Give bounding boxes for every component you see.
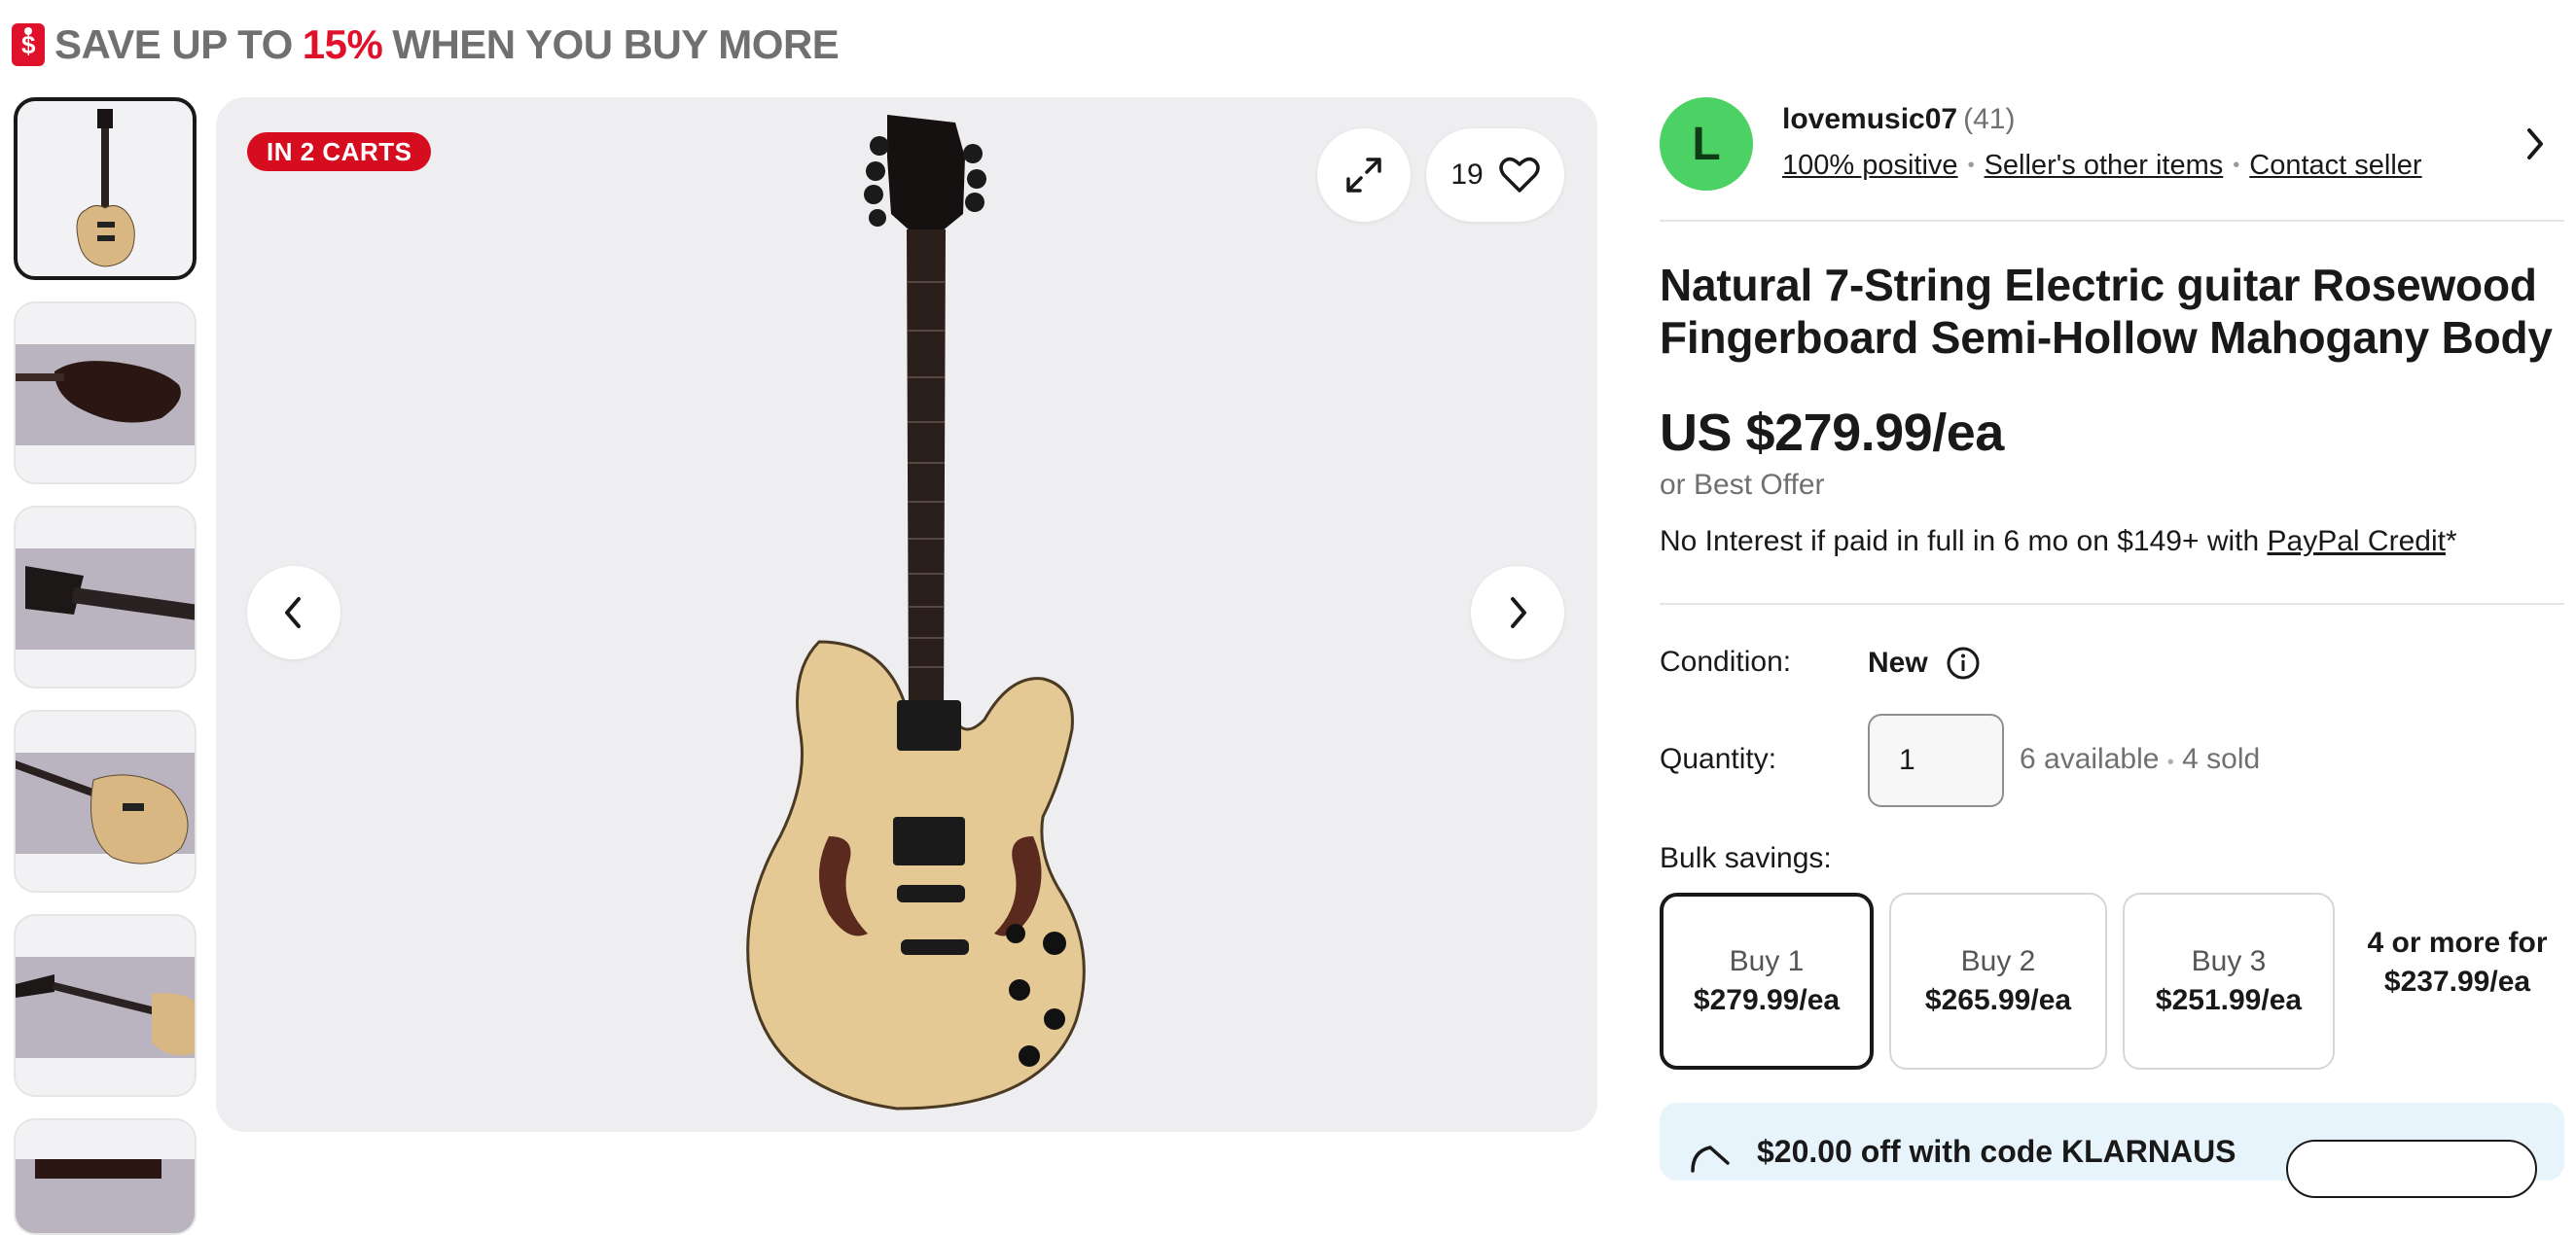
divider [1660,220,2564,222]
next-image-button[interactable] [1471,566,1564,659]
divider [1660,603,2564,605]
bulk-qty: Buy 3 [2191,945,2267,977]
separator-dot: • [1967,155,1975,176]
guitar-main-image [746,115,1086,1111]
paypal-credit-link[interactable]: PayPal Credit [2268,525,2446,557]
best-offer-text: or Best Offer [1660,469,1825,501]
watch-count: 19 [1450,159,1484,191]
promo-suffix: WHEN YOU BUY MORE [392,21,840,67]
apply-code-button[interactable] [2286,1140,2537,1198]
quantity-input[interactable]: 1 [1868,714,2004,807]
promo-percent: 15% [302,21,383,67]
availability-text: 6 available • 4 sold [2020,743,2260,776]
paypal-credit-text: No Interest if paid in full in 6 mo on $… [1660,525,2457,558]
main-product-image[interactable] [216,97,1597,1132]
klarna-promo-text: $20.00 off with code KLARNAUS [1757,1134,2236,1169]
bulk-qty: Buy 2 [1960,945,2036,977]
thumbnail-guitar-body[interactable] [14,710,197,893]
seller-other-items-link[interactable]: Seller's other items [1985,150,2224,182]
guitar-back-thumbnail-image [16,361,181,423]
bulk-price: $279.99/ea [1693,984,1841,1016]
seller-avatar[interactable]: L [1660,97,1753,191]
thumbnail-guitar-back[interactable] [14,301,197,484]
seller-links: 100% positive • Seller's other items • C… [1782,150,2422,182]
thumbnail-guitar-headstock[interactable] [14,506,197,688]
bulk-more-text: 4 or more for $237.99/ea [2367,927,2548,998]
seller-details-chevron[interactable] [2520,124,2549,168]
guitar-body-thumbnail-image [16,760,189,864]
in-carts-badge: IN 2 CARTS [247,132,432,171]
seller-positive-link[interactable]: 100% positive [1782,150,1958,182]
sold-count: 4 sold [2182,743,2261,775]
dollar-tag-icon: $ [12,23,45,66]
chevron-right-icon [1511,597,1526,628]
condition-value: New [1868,647,1928,679]
promo-prefix: SAVE UP TO [54,21,293,67]
thumbnail-guitar-front[interactable] [14,97,197,280]
seller-name[interactable]: lovemusic07 [1782,103,1957,135]
heart-icon [1498,157,1540,193]
contact-seller-link[interactable]: Contact seller [2249,150,2421,182]
guitar-side-thumbnail-image [16,974,195,1056]
guitar-headstock-thumbnail-image [25,566,195,620]
bulk-qty: Buy 1 [1729,945,1805,977]
bulk-option-buy-2[interactable]: Buy 2 $265.99/ea [1889,893,2107,1070]
quantity-label: Quantity: [1660,743,1777,775]
bulk-option-buy-3[interactable]: Buy 3 $251.99/ea [2123,893,2335,1070]
thumbnail-guitar-partial[interactable] [14,1118,197,1235]
bulk-price: $265.99/ea [1924,984,2072,1016]
separator-dot: • [2233,155,2240,176]
expand-icon [1346,158,1381,193]
previous-image-button[interactable] [247,566,340,659]
separator-dot: • [2166,752,2174,773]
bulk-savings-label: Bulk savings: [1660,842,1832,874]
expand-button[interactable] [1317,128,1411,222]
thumbnail-guitar-side[interactable] [14,914,197,1097]
condition-value-row: New [1868,646,1981,681]
info-icon[interactable] [1946,646,1981,681]
guitar-partial-thumbnail-image [16,1159,195,1233]
promo-banner: $ SAVE UP TO 15% WHEN YOU BUY MORE [12,16,840,74]
bulk-option-buy-1[interactable]: Buy 1 $279.99/ea [1660,893,1874,1070]
credit-suffix: * [2445,525,2457,557]
condition-label: Condition: [1660,646,1792,678]
guitar-front-thumbnail-image [76,109,135,267]
seller-feedback-count: (41) [1963,103,2016,135]
available-count: 6 available [2020,743,2160,775]
coupon-icon [1689,1144,1734,1178]
listing-price: US $279.99/ea [1660,404,2004,462]
chevron-right-icon [2527,128,2543,159]
chevron-left-icon [285,597,301,628]
credit-text: No Interest if paid in full in 6 mo on $… [1660,525,2268,557]
bulk-price: $251.99/ea [2155,984,2303,1016]
listing-title: Natural 7-String Electric guitar Rosewoo… [1660,260,2553,363]
watchlist-button[interactable]: 19 [1426,128,1564,222]
seller-name-row: lovemusic07 (41) [1782,103,2015,136]
